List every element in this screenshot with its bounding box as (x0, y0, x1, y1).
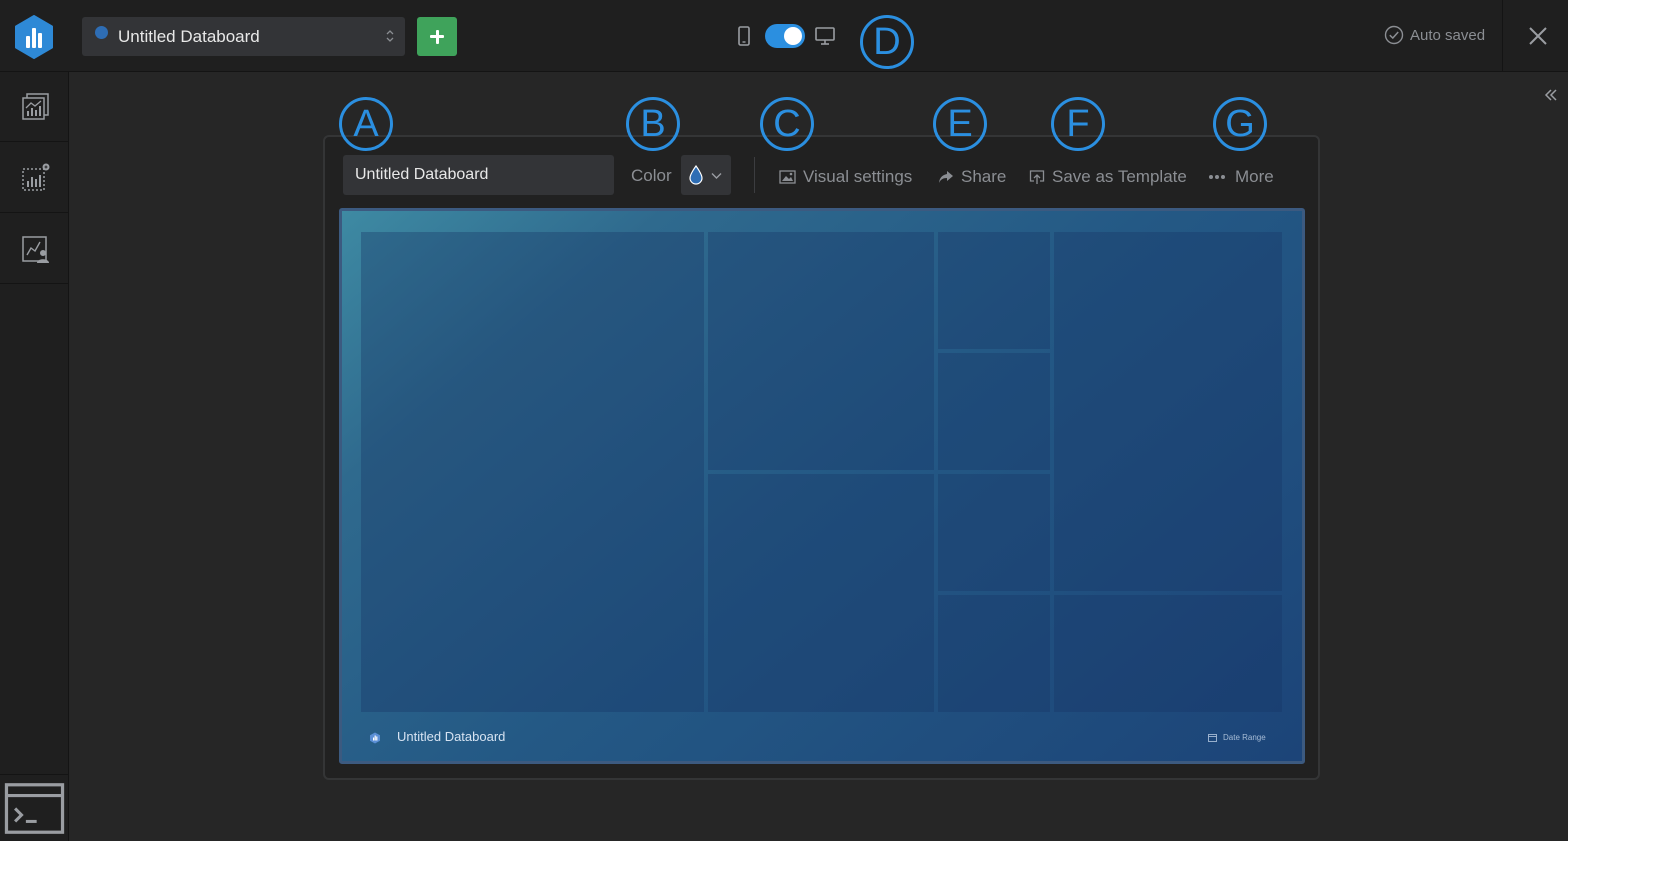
preview-tile (361, 232, 704, 712)
databoard-editor: Untitled Databoard Auto saved Untitled D… (0, 0, 1568, 841)
divider (1502, 0, 1503, 72)
preview-tile (1054, 232, 1282, 591)
preview-tile (1054, 595, 1282, 712)
color-label: Color (631, 166, 672, 185)
preview-tile (938, 232, 1050, 349)
left-sidebar (0, 72, 69, 841)
collapse-panel-icon[interactable] (1542, 86, 1560, 104)
share-icon (939, 171, 953, 183)
console-button[interactable] (0, 774, 69, 841)
preview-tile (938, 595, 1050, 712)
top-bar: Untitled Databoard Auto saved (0, 0, 1568, 72)
callout-badge: E (933, 97, 987, 151)
metrics-library-icon (21, 92, 49, 120)
layout-mode-toggle[interactable] (765, 24, 805, 48)
preview-tile (938, 353, 1050, 470)
preview-logo-icon (370, 732, 380, 744)
callout-badge: F (1051, 97, 1105, 151)
check-circle-icon (1384, 25, 1404, 45)
color-drop-icon (689, 165, 703, 185)
share-label: Share (961, 167, 1007, 186)
select-arrows-icon (386, 30, 394, 42)
sidebar-item-metrics-library[interactable] (0, 72, 69, 142)
share-button[interactable]: Share (938, 166, 1006, 188)
autosave-status: Auto saved (1384, 25, 1485, 45)
preview-tile (708, 232, 934, 470)
sidebar-item-add-visualization[interactable] (0, 143, 69, 213)
desktop-view-icon[interactable] (814, 26, 836, 46)
callout-badge: A (339, 97, 393, 151)
color-picker[interactable] (681, 155, 731, 195)
callout-badge: B (626, 97, 680, 151)
callout-badge: C (760, 97, 814, 151)
save-as-template-button[interactable]: Save as Template (1029, 166, 1187, 188)
save-as-template-label: Save as Template (1052, 167, 1187, 186)
mobile-view-icon[interactable] (737, 26, 751, 46)
close-icon[interactable] (1526, 24, 1550, 48)
callout-badge: D (860, 15, 914, 69)
date-range-label: Date Range (1223, 733, 1266, 742)
add-visualization-icon (21, 163, 49, 191)
more-label: More (1235, 167, 1274, 186)
preview-tile (938, 474, 1050, 591)
databoard-preview[interactable]: Untitled Databoard Date Range (339, 208, 1305, 764)
databoard-selector-label: Untitled Databoard (118, 26, 260, 46)
visual-settings-label: Visual settings (803, 167, 913, 186)
app-logo-icon[interactable] (14, 15, 54, 59)
visual-settings-button[interactable]: Visual settings (779, 166, 912, 188)
more-button[interactable]: More (1208, 166, 1274, 188)
callout-badge: G (1213, 97, 1267, 151)
databoard-selector[interactable]: Untitled Databoard (82, 17, 405, 56)
sidebar-item-user-metrics[interactable] (0, 214, 69, 284)
terminal-icon (4, 782, 65, 834)
board-color-dot (95, 25, 108, 39)
image-icon (779, 170, 796, 184)
preview-tile (708, 474, 934, 712)
add-databoard-button[interactable] (417, 17, 457, 56)
databoard-name-input[interactable]: Untitled Databoard (343, 155, 614, 195)
autosave-status-label: Auto saved (1410, 26, 1486, 44)
user-metrics-icon (21, 235, 49, 263)
template-upload-icon (1029, 170, 1045, 184)
more-dots-icon (1209, 175, 1225, 179)
calendar-icon (1208, 734, 1217, 742)
toolbar-divider (754, 157, 755, 193)
preview-footer-title: Untitled Databoard (397, 729, 506, 744)
toggle-knob (784, 27, 802, 45)
chevron-down-icon (711, 173, 722, 179)
